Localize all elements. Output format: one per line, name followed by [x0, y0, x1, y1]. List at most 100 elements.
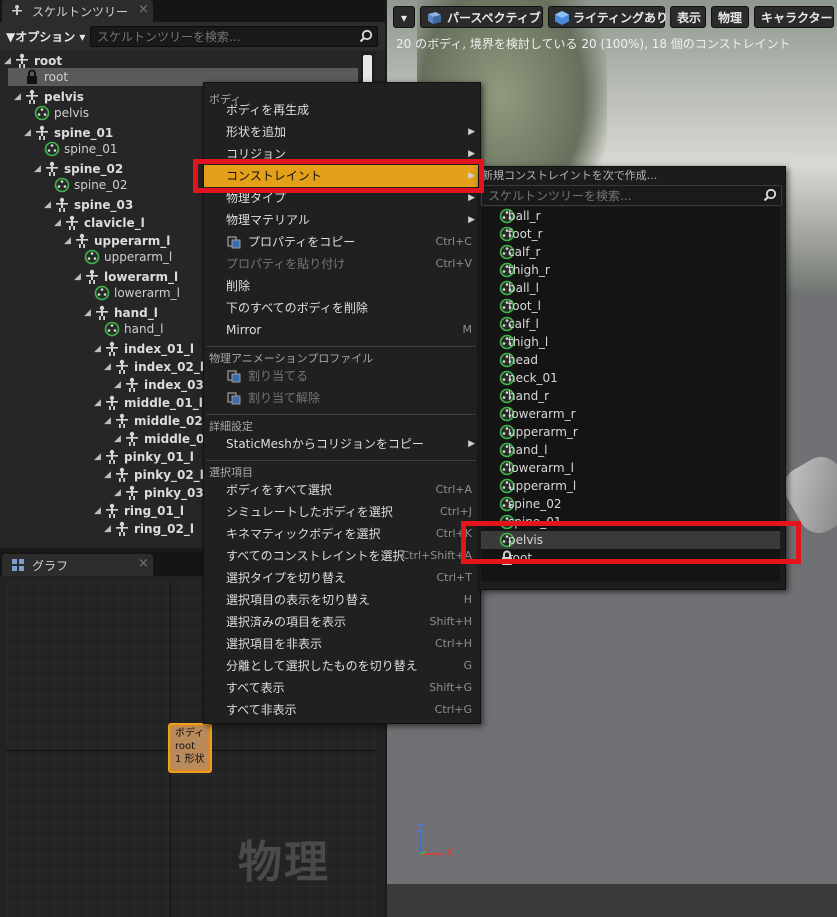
submenu-bone-item[interactable]: neck_01	[481, 369, 780, 387]
tree-row-label: root	[44, 70, 69, 84]
tree-row-label: index_01_l	[124, 342, 194, 356]
options-dropdown[interactable]: ▼オプション ▾	[6, 28, 85, 45]
tree-search-input[interactable]	[91, 27, 347, 46]
menu-item[interactable]: すべて非表示 Ctrl+G	[204, 699, 478, 721]
tree-row-label: middle_01_l	[124, 396, 203, 410]
viewport-bottom-bar	[387, 884, 837, 917]
bone-icon	[104, 502, 120, 520]
submenu-bone-item[interactable]: spine_02	[481, 495, 780, 513]
physics-body-icon	[490, 405, 515, 423]
expand-arrow-icon[interactable]: ◢	[54, 214, 64, 232]
menu-item[interactable]: キネマティックボディを選択 Ctrl+K	[204, 523, 478, 545]
menu-item[interactable]: 割り当てる	[204, 365, 478, 387]
character-button[interactable]: キャラクター	[754, 6, 834, 28]
node-shape-count: 1 形状	[175, 754, 205, 765]
menu-item[interactable]: 割り当て解除	[204, 387, 478, 409]
expand-arrow-icon[interactable]: ◢	[104, 358, 114, 376]
lighting-button[interactable]: ライティングあり	[548, 6, 669, 28]
menu-item[interactable]: 形状を追加 ▶	[204, 121, 478, 143]
tab-skeleton-tree[interactable]: スケルトンツリー ×	[2, 0, 153, 22]
viewport-stats: 20 のボディ, 境界を検討している 20 (100%), 18 個のコンストレ…	[396, 37, 791, 51]
physics-button[interactable]: 物理	[711, 6, 749, 28]
menu-item[interactable]: 削除	[204, 275, 478, 297]
submenu-search-box[interactable]	[481, 185, 782, 206]
perspective-button[interactable]: パースペクティブ	[420, 6, 543, 28]
submenu-bone-item[interactable]: hand_l	[481, 441, 780, 459]
submenu-bone-item[interactable]: ball_r	[481, 207, 780, 225]
callout-highlight-constraint	[193, 159, 484, 193]
menu-item[interactable]: すべて表示 Shift+G	[204, 677, 478, 699]
expand-arrow-icon[interactable]: ◢	[104, 466, 114, 484]
axis-x-label: X	[446, 846, 454, 859]
expand-arrow-icon[interactable]: ◢	[114, 430, 124, 448]
menu-item[interactable]: 選択済みの項目を表示 Shift+H	[204, 611, 478, 633]
submenu-search-input[interactable]	[482, 186, 749, 205]
menu-item-label: キネマティックボディを選択	[226, 527, 381, 541]
submenu-bone-item[interactable]: calf_l	[481, 315, 780, 333]
bone-icon	[114, 412, 130, 430]
menu-section-header: 選択項目	[209, 466, 253, 479]
search-icon[interactable]	[359, 29, 373, 43]
submenu-item-label: ball_r	[508, 209, 541, 223]
expand-arrow-icon[interactable]: ◢	[114, 484, 124, 502]
menu-item[interactable]: StaticMeshからコリジョンをコピー ▶	[204, 433, 478, 455]
expand-arrow-icon[interactable]: ◢	[104, 520, 114, 538]
submenu-bone-item[interactable]: head	[481, 351, 780, 369]
bone-icon	[104, 448, 120, 466]
submenu-bone-item[interactable]: thigh_l	[481, 333, 780, 351]
menu-item[interactable]: 選択項目の表示を切り替え H	[204, 589, 478, 611]
tree-row-label: clavicle_l	[84, 216, 145, 230]
menu-item[interactable]: プロパティをコピー Ctrl+C	[204, 231, 478, 253]
submenu-item-label: ball_l	[508, 281, 539, 295]
close-icon[interactable]: ×	[138, 2, 149, 17]
menu-item[interactable]: ボディをすべて選択 Ctrl+A	[204, 479, 478, 501]
graph-body-node[interactable]: ボディ root 1 形状	[168, 723, 212, 773]
tree-row-label: spine_01	[64, 142, 118, 156]
expand-arrow-icon[interactable]: ◢	[114, 376, 124, 394]
menu-item-shortcut: Ctrl+J	[439, 505, 472, 518]
menu-item[interactable]: シミュレートしたボディを選択 Ctrl+J	[204, 501, 478, 523]
expand-arrow-icon[interactable]: ◢	[94, 340, 104, 358]
menu-item[interactable]: プロパティを貼り付け Ctrl+V	[204, 253, 478, 275]
physics-body-icon	[490, 459, 515, 477]
menu-item[interactable]: 物理マテリアル ▶	[204, 209, 478, 231]
expand-arrow-icon[interactable]: ◢	[44, 196, 54, 214]
menu-item[interactable]: すべてのコンストレイントを選択 Ctrl+Shift+A	[204, 545, 478, 567]
submenu-bone-item[interactable]: upperarm_r	[481, 423, 780, 441]
viewport-options-button[interactable]: ▾	[393, 6, 415, 28]
expand-arrow-icon[interactable]: ◢	[94, 502, 104, 520]
menu-item[interactable]: 選択項目を非表示 Ctrl+H	[204, 633, 478, 655]
submenu-item-label: head	[508, 353, 538, 367]
expand-arrow-icon[interactable]: ◢	[104, 412, 114, 430]
tree-search-box[interactable]	[90, 26, 378, 47]
submenu-bone-item[interactable]: foot_l	[481, 297, 780, 315]
submenu-bone-item[interactable]: lowerarm_r	[481, 405, 780, 423]
submenu-bone-item[interactable]: ball_l	[481, 279, 780, 297]
tab-graph[interactable]: グラフ ×	[2, 554, 153, 576]
submenu-item-label: lowerarm_r	[508, 407, 576, 421]
search-icon[interactable]	[763, 188, 777, 202]
submenu-item-label: foot_r	[508, 227, 543, 241]
lighting-label: ライティングあり	[573, 11, 669, 25]
expand-arrow-icon[interactable]: ◢	[94, 394, 104, 412]
submenu-bone-item[interactable]: upperarm_l	[481, 477, 780, 495]
menu-item[interactable]: 下のすべてのボディを削除	[204, 297, 478, 319]
menu-item[interactable]: Mirror M	[204, 319, 478, 341]
submenu-bone-item[interactable]: hand_r	[481, 387, 780, 405]
lock-icon	[24, 68, 40, 86]
submenu-bone-item[interactable]: foot_r	[481, 225, 780, 243]
menu-item[interactable]: 選択タイプを切り替え Ctrl+T	[204, 567, 478, 589]
submenu-bone-item[interactable]: calf_r	[481, 243, 780, 261]
bone-icon	[124, 430, 140, 448]
menu-item[interactable]: 分離として選択したものを切り替え G	[204, 655, 478, 677]
menu-item-shortcut: G	[463, 659, 472, 672]
callout-highlight-pelvis	[461, 521, 801, 564]
menu-item-label: 選択項目を非表示	[226, 637, 323, 651]
expand-arrow-icon[interactable]: ◢	[94, 448, 104, 466]
close-icon[interactable]: ×	[138, 556, 149, 571]
menu-item[interactable]: ボディを再生成	[204, 99, 478, 121]
submenu-bone-item[interactable]: thigh_r	[481, 261, 780, 279]
perspective-label: パースペクティブ	[447, 11, 541, 25]
submenu-bone-item[interactable]: lowerarm_l	[481, 459, 780, 477]
show-button[interactable]: 表示	[670, 6, 706, 28]
